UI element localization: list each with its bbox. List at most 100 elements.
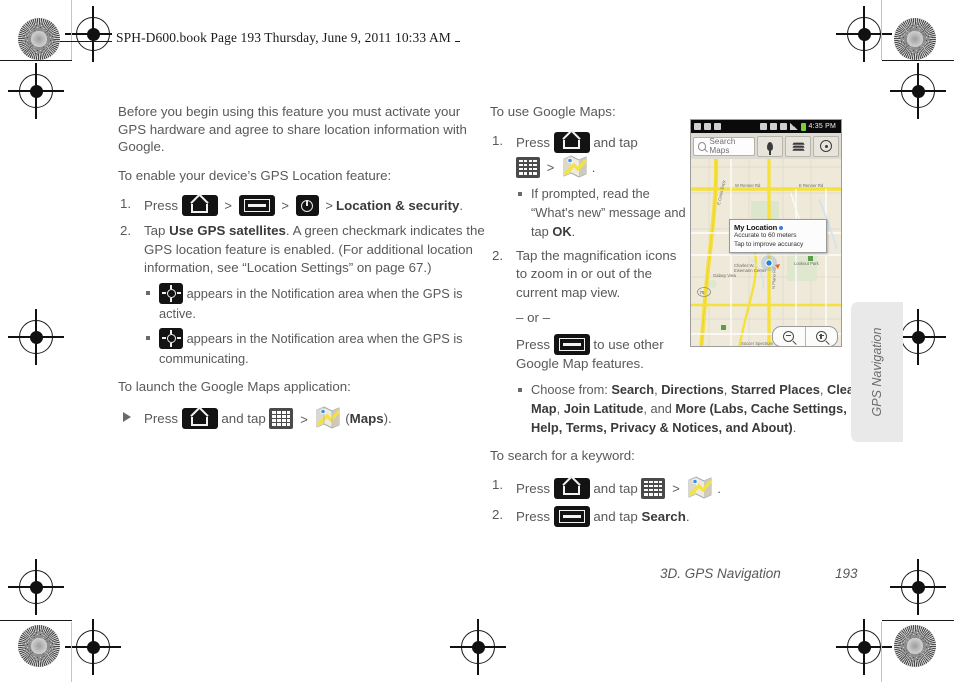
search-step1-period: . (717, 480, 721, 496)
place-pin-icon (767, 141, 773, 155)
gps-status-bullets: appears in the Notification area when th… (144, 282, 490, 368)
zoom-out-icon (783, 331, 797, 345)
menu-key-icon[interactable] (238, 195, 275, 216)
gps-communicating-text: appears in the Notification area when th… (159, 330, 463, 366)
use-andtap-label: and tap (593, 134, 638, 150)
apps-grid-icon[interactable] (641, 477, 666, 499)
maps-search-input[interactable]: Search Maps (693, 136, 755, 156)
svg-text:Galaxy View: Galaxy View (713, 273, 737, 278)
choose-lead: Choose from: (531, 382, 612, 397)
guide-line-left-bottom (71, 622, 73, 682)
sep-text: , and (643, 401, 676, 416)
press-menu-alt: Press to use other Google Map features. (516, 333, 686, 374)
enable-step-2: Tap Use GPS satellites. A green checkmar… (118, 222, 490, 368)
status-clock: 4:35 PM (808, 123, 836, 130)
magnify-text: Tap the magnification icons to zoom in o… (516, 247, 677, 300)
menu-option-join-latitude: Join Latitude (563, 401, 644, 416)
svg-text:Lookout Park: Lookout Park (794, 261, 820, 266)
guide-line-right (881, 0, 883, 60)
left-column: Before you begin using this feature you … (118, 103, 490, 430)
menu-option-starred-places: Starred Places (730, 382, 820, 397)
apps-grid-icon[interactable] (516, 156, 540, 178)
search-press-label: Press (516, 480, 550, 496)
search-icon (698, 141, 707, 151)
my-location-callout[interactable]: My Location Accurate to 60 meters Tap to… (729, 219, 827, 254)
sep-text: . (792, 420, 797, 435)
registration-target-mid-left (8, 63, 64, 119)
map-zoom-controls[interactable] (772, 326, 838, 346)
zoom-out-button[interactable] (773, 327, 805, 346)
trim-mark-bottom-center-v (477, 622, 479, 642)
registration-starburst-top-right (894, 18, 936, 60)
menu-option-directions: Directions (661, 382, 724, 397)
trim-mark-top-left (0, 60, 72, 62)
signal-icon (789, 123, 798, 130)
search-step-1: Press and tap > . (490, 476, 850, 500)
callout-hint: Tap to improve accuracy (734, 240, 804, 248)
google-maps-app-icon[interactable] (561, 155, 588, 179)
message-icon (694, 123, 701, 130)
home-key-icon[interactable] (553, 477, 590, 499)
registration-target-mid-right (890, 63, 946, 119)
chevron-separator: > (546, 159, 555, 175)
page-footer: 3D. GPS Navigation 193 (660, 566, 858, 581)
section-side-tab: GPS Navigation (851, 302, 903, 442)
step2-lead: Tap (144, 223, 170, 238)
maps-search-placeholder: Search Maps (709, 137, 736, 155)
home-key-icon[interactable] (553, 131, 590, 153)
side-tab-label: GPS Navigation (870, 327, 884, 417)
book-header-text: SPH-D600.book Page 193 Thursday, June 9,… (112, 30, 455, 46)
guide-line-right-bottom (881, 622, 883, 682)
enable-step-1: Press > > > Location & security. (118, 195, 490, 216)
sep-text: , (556, 401, 564, 416)
gps-communicating-icon (159, 327, 183, 349)
registration-target-left-bottom (8, 559, 64, 615)
menu-key-icon[interactable] (553, 505, 590, 527)
zoom-in-button[interactable] (804, 327, 838, 346)
google-maps-app-icon[interactable] (314, 406, 341, 430)
ok-button-label: OK (552, 223, 572, 239)
zoom-in-icon (815, 331, 830, 345)
launch-andtap-label: and tap (221, 411, 266, 426)
menu-option-search: Search (611, 382, 655, 397)
search-keyword-heading: To search for a keyword: (490, 448, 635, 463)
registration-target-bottom-left (65, 619, 121, 675)
svg-text:E Renner Rd: E Renner Rd (799, 183, 824, 188)
map-canvas[interactable]: E Crisis Expy W Renner Rd E Renner Rd Lo… (691, 159, 841, 346)
enable-gps-steps: Press > > > Location & security. Tap Use … (118, 195, 490, 368)
launch-maps-step: Press and tap > (Maps). (118, 406, 490, 430)
layers-button[interactable] (785, 135, 811, 157)
chevron-separator: > (224, 198, 232, 214)
registration-target-bottom-right (836, 619, 892, 675)
footer-section-title: 3D. GPS Navigation (660, 566, 781, 581)
home-key-icon[interactable] (181, 408, 218, 429)
maps-close-paren: ). (383, 411, 392, 426)
place-pin-button[interactable] (757, 135, 783, 157)
registration-starburst-bottom-left (18, 625, 60, 667)
apps-grid-icon[interactable] (269, 408, 294, 429)
search2-period: . (685, 508, 690, 524)
directions-button[interactable] (813, 135, 839, 157)
google-maps-app-icon[interactable] (686, 476, 713, 500)
trim-mark-bottom-left (0, 620, 72, 622)
svg-text:Soccer Spectrum: Soccer Spectrum (741, 341, 774, 346)
sep-text: , (819, 382, 827, 397)
settings-gear-icon[interactable] (295, 195, 319, 216)
use-step1-bullets: If prompted, read the “What's new” messa… (516, 184, 686, 241)
step1-period: . (459, 198, 464, 213)
maps-word-bold: Maps (349, 411, 384, 426)
registration-starburst-top-left (18, 18, 60, 60)
location-security-label: Location & security (336, 198, 460, 213)
use-step1-period: . (591, 159, 596, 175)
registration-target-right-bottom (890, 559, 946, 615)
home-key-icon[interactable] (181, 195, 218, 216)
menu-key-icon[interactable] (553, 333, 590, 355)
enable-gps-heading: To enable your device’s GPS Location fea… (118, 167, 392, 183)
registration-target-top-left (65, 6, 121, 62)
whats-new-period: . (571, 223, 576, 239)
search-andtap-label: and tap (593, 480, 638, 496)
menu-options-bullets: Choose from: Search, Directions, Starred… (516, 380, 868, 437)
device-screenshot: 4:35 PM Search Maps E Crisis Expy W Renn… (690, 119, 842, 347)
callout-title-text: My Location (734, 223, 778, 232)
use-step-1: Press and tap > . If prompted, read the … (490, 131, 686, 241)
